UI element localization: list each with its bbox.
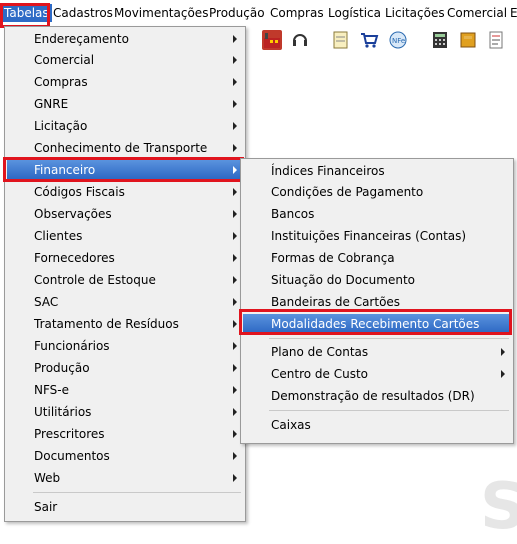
background-watermark: S bbox=[480, 470, 517, 544]
notepad-icon[interactable] bbox=[331, 30, 351, 50]
submenu-arrow-icon bbox=[233, 254, 237, 262]
menu-movimentacoes[interactable]: Movimentações bbox=[114, 4, 208, 22]
submenu-arrow-icon bbox=[233, 364, 237, 372]
submenu-arrow-icon bbox=[501, 370, 505, 378]
submenu-arrow-icon bbox=[233, 56, 237, 64]
menu-logistica[interactable]: Logística bbox=[328, 4, 381, 22]
submenu-arrow-icon bbox=[233, 298, 237, 306]
submenu-arrow-icon bbox=[233, 276, 237, 284]
submenu-arrow-icon bbox=[233, 232, 237, 240]
factory-icon[interactable] bbox=[262, 30, 282, 50]
nfe-icon[interactable]: NFe bbox=[388, 30, 408, 50]
submenu-arrow-icon bbox=[233, 78, 237, 86]
menu-compras[interactable]: Compras bbox=[270, 4, 324, 22]
tabelas-menu: Endereçamento Comercial Compras GNRE Lic… bbox=[4, 26, 246, 522]
submenu-arrow-icon bbox=[233, 122, 237, 130]
menu-comercial[interactable]: Comercial bbox=[447, 4, 507, 22]
menubar: Tabelas Cadastros Movimentações Produção… bbox=[0, 0, 517, 27]
form-icon[interactable] bbox=[486, 30, 506, 50]
submenu-arrow-icon bbox=[501, 348, 505, 356]
submenu-arrow-icon bbox=[233, 430, 237, 438]
submenu-arrow-icon bbox=[233, 35, 237, 43]
calculator-icon[interactable] bbox=[430, 30, 450, 50]
submenu-arrow-icon bbox=[233, 474, 237, 482]
menu-cadastros[interactable]: Cadastros bbox=[53, 4, 113, 22]
cart-icon[interactable] bbox=[359, 30, 379, 50]
submenu-arrow-icon bbox=[233, 144, 237, 152]
submenu-arrow-icon bbox=[233, 320, 237, 328]
menu-separator bbox=[269, 338, 509, 339]
headset-icon[interactable] bbox=[290, 30, 310, 50]
menu-tabelas[interactable]: Tabelas bbox=[1, 4, 52, 22]
submenu-arrow-icon bbox=[233, 342, 237, 350]
menu-licitacoes[interactable]: Licitações bbox=[385, 4, 445, 22]
submenu-arrow-icon bbox=[233, 166, 237, 174]
financeiro-submenu: Índices Financeiros Condições de Pagamen… bbox=[240, 158, 514, 444]
submenu-arrow-icon bbox=[233, 408, 237, 416]
menu-producao[interactable]: Produção bbox=[209, 4, 265, 22]
submenu-arrow-icon bbox=[233, 100, 237, 108]
menu-e[interactable]: E bbox=[510, 4, 517, 22]
submenu-arrow-icon bbox=[233, 452, 237, 460]
notebook-icon[interactable] bbox=[458, 30, 478, 50]
submenu-arrow-icon bbox=[233, 210, 237, 218]
submenu-arrow-icon bbox=[233, 188, 237, 196]
menu-separator bbox=[269, 410, 509, 411]
menu-separator bbox=[33, 492, 241, 493]
submenu-arrow-icon bbox=[233, 386, 237, 394]
svg-text:NFe: NFe bbox=[392, 37, 405, 45]
